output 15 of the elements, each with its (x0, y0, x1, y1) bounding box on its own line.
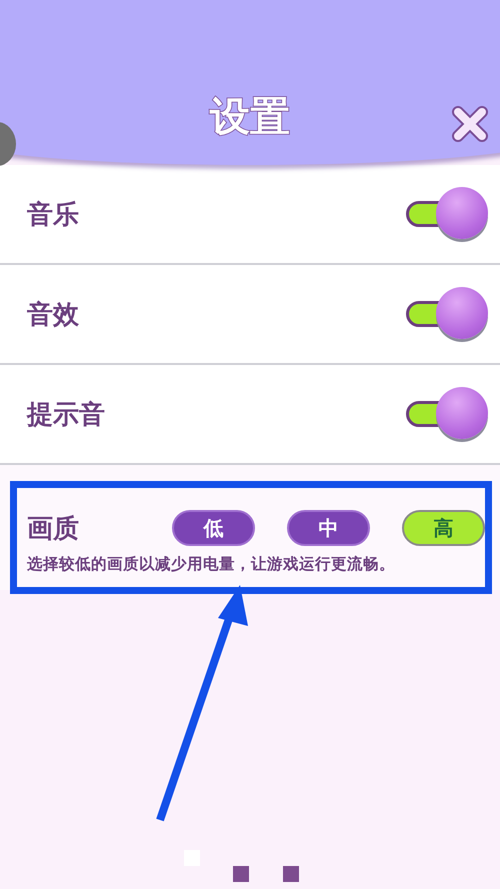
quality-option[interactable]: 高 (402, 510, 485, 546)
square-mark (283, 866, 299, 882)
toggle-switch[interactable] (406, 187, 488, 241)
square-mark (233, 866, 249, 882)
toggle-switch[interactable] (406, 387, 488, 441)
setting-label: 提示音 (27, 398, 105, 432)
hint-text: 选择较低的画质以减少用电量，让游戏运行更流畅。 (27, 554, 395, 575)
setting-label: 音乐 (27, 198, 79, 232)
close-icon[interactable] (452, 106, 488, 142)
setting-label: 画质 (27, 512, 80, 546)
toggle-switch[interactable] (406, 287, 488, 341)
quality-option[interactable]: 低 (172, 510, 255, 546)
window-title: 设置 (210, 97, 290, 137)
quality-option[interactable]: 中 (287, 510, 370, 546)
setting-label: 音效 (27, 298, 79, 332)
